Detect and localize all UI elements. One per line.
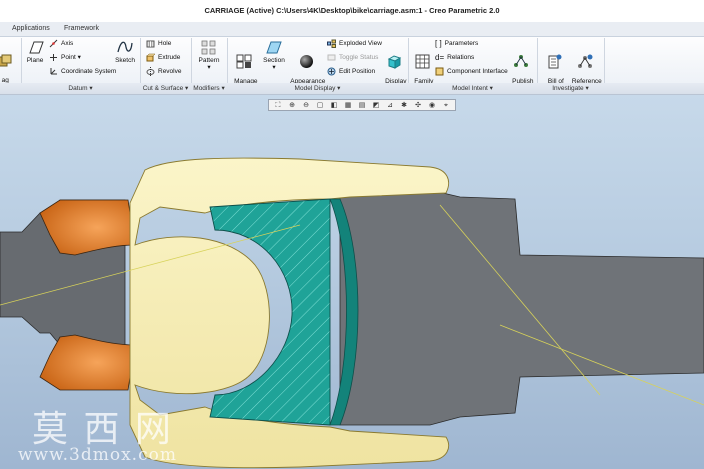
view-manager-icon[interactable]: ▤ (358, 101, 367, 110)
axis-icon (49, 39, 58, 48)
datum-display-icon[interactable]: ⊿ (386, 101, 395, 110)
reference-viewer-icon (578, 54, 593, 68)
hole-button[interactable]: Hole (146, 39, 171, 49)
parameters-label: Parameters (444, 40, 479, 48)
coordinate-system-button[interactable]: Coordinate System (49, 67, 116, 77)
plane-button[interactable]: Plane (22, 40, 48, 64)
revolve-label: Revolve (158, 68, 182, 76)
exploded-view-button[interactable]: Exploded View (327, 39, 382, 49)
component-interface-icon (435, 67, 444, 76)
axis-label: Axis (61, 40, 74, 48)
extrude-label: Extrude (158, 54, 181, 62)
right-shaft (339, 189, 704, 426)
group-model-display[interactable]: Model Display ▾ (227, 83, 408, 94)
hole-label: Hole (158, 40, 172, 48)
pattern-dropdown-arrow: ▾ (207, 64, 211, 71)
plane-label: Plane (26, 57, 44, 64)
edit-position-button[interactable]: Edit Position (327, 67, 375, 77)
perspective-icon[interactable]: ◩ (372, 101, 381, 110)
watermark-url: www.3dmox.com (18, 445, 177, 465)
bill-of-materials-icon (548, 54, 561, 69)
zoom-in-icon[interactable]: ⊕ (288, 101, 297, 110)
refit-icon[interactable]: ⛶ (274, 101, 283, 110)
edit-position-label: Edit Position (339, 68, 376, 76)
spin-center-icon[interactable]: ✣ (414, 101, 423, 110)
toggle-status-button[interactable]: Toggle Status (327, 53, 378, 63)
csys-display-icon[interactable]: ⌖ (442, 101, 451, 110)
exploded-view-icon (327, 39, 336, 48)
sketch-label: Sketch (115, 57, 135, 64)
appearance-sphere-icon (299, 55, 313, 68)
sketch-button[interactable]: Sketch (113, 40, 137, 64)
ribbon-tab-row: Applications Framework (0, 22, 704, 37)
revolve-icon (146, 67, 155, 76)
group-cut-surface[interactable]: Cut & Surface ▾ (140, 83, 191, 94)
relations-button[interactable]: d= Relations (435, 53, 474, 63)
parameters-icon: [ ] (435, 39, 442, 48)
display-style-icon[interactable]: ◧ (330, 101, 339, 110)
group-investigate[interactable]: Investigate ▾ (537, 83, 604, 94)
section-dropdown-arrow: ▾ (272, 64, 276, 71)
sketch-icon (117, 41, 133, 53)
saved-views-icon[interactable]: ▦ (344, 101, 353, 110)
toggle-status-icon (327, 54, 336, 61)
ribbon-group-labels: Datum ▾ Cut & Surface ▾ Modifiers ▾ Mode… (0, 83, 704, 95)
hole-icon (146, 40, 155, 48)
zoom-out-icon[interactable]: ⊖ (302, 101, 311, 110)
section-button[interactable]: Section ▾ (261, 40, 287, 71)
appearance-icon[interactable]: ◉ (428, 101, 437, 110)
window-title: CARRIAGE (Active) C:\Users\4K\Desktop\bi… (0, 0, 704, 22)
plane-icon (29, 41, 44, 54)
tab-applications[interactable]: Applications (6, 23, 56, 35)
component-interface-button[interactable]: Component Interface (435, 67, 508, 77)
coordinate-system-label: Coordinate System (61, 68, 117, 76)
extrude-icon (146, 53, 155, 62)
group-datum[interactable]: Datum ▾ (21, 83, 140, 94)
axis-button[interactable]: Axis (49, 39, 73, 49)
relations-label: Relations (447, 54, 475, 62)
edit-position-icon (327, 67, 336, 76)
group-model-intent[interactable]: Model Intent ▾ (408, 83, 537, 94)
group-modifiers[interactable]: Modifiers ▾ (191, 83, 227, 94)
pattern-label: Pattern (198, 57, 220, 64)
toggle-status-label: Toggle Status (339, 54, 379, 62)
point-button[interactable]: Point ▾ (49, 53, 81, 63)
section-icon (266, 41, 282, 54)
relations-icon: d= (435, 53, 445, 62)
point-icon (50, 54, 57, 61)
pattern-icon (201, 40, 216, 55)
revolve-button[interactable]: Revolve (146, 67, 181, 77)
components-icon (0, 54, 12, 67)
component-interface-label: Component Interface (447, 68, 508, 76)
pattern-button[interactable]: Pattern ▾ (195, 40, 223, 71)
point-label: Point (61, 54, 76, 62)
graphics-viewport[interactable]: ⛶ ⊕ ⊖ ▢ ◧ ▦ ▤ ◩ ⊿ ✱ ✣ ◉ ⌖ 莫 西 网 www.3dmo… (0, 95, 704, 469)
graphics-toolbar: ⛶ ⊕ ⊖ ▢ ◧ ▦ ▤ ◩ ⊿ ✱ ✣ ◉ ⌖ (268, 99, 456, 111)
repaint-icon[interactable]: ▢ (316, 101, 325, 110)
family-table-icon (415, 54, 429, 69)
section-label: Section (263, 57, 285, 64)
publish-geometry-icon (514, 55, 528, 67)
extrude-button[interactable]: Extrude (146, 53, 180, 63)
display-style-cube-icon (387, 55, 402, 69)
manage-views-icon (236, 54, 252, 69)
parameters-button[interactable]: [ ] Parameters (435, 39, 478, 49)
tab-framework[interactable]: Framework (58, 23, 105, 35)
annotation-display-icon[interactable]: ✱ (400, 101, 409, 110)
coordinate-system-icon (50, 68, 57, 75)
exploded-view-label: Exploded View (339, 40, 382, 48)
